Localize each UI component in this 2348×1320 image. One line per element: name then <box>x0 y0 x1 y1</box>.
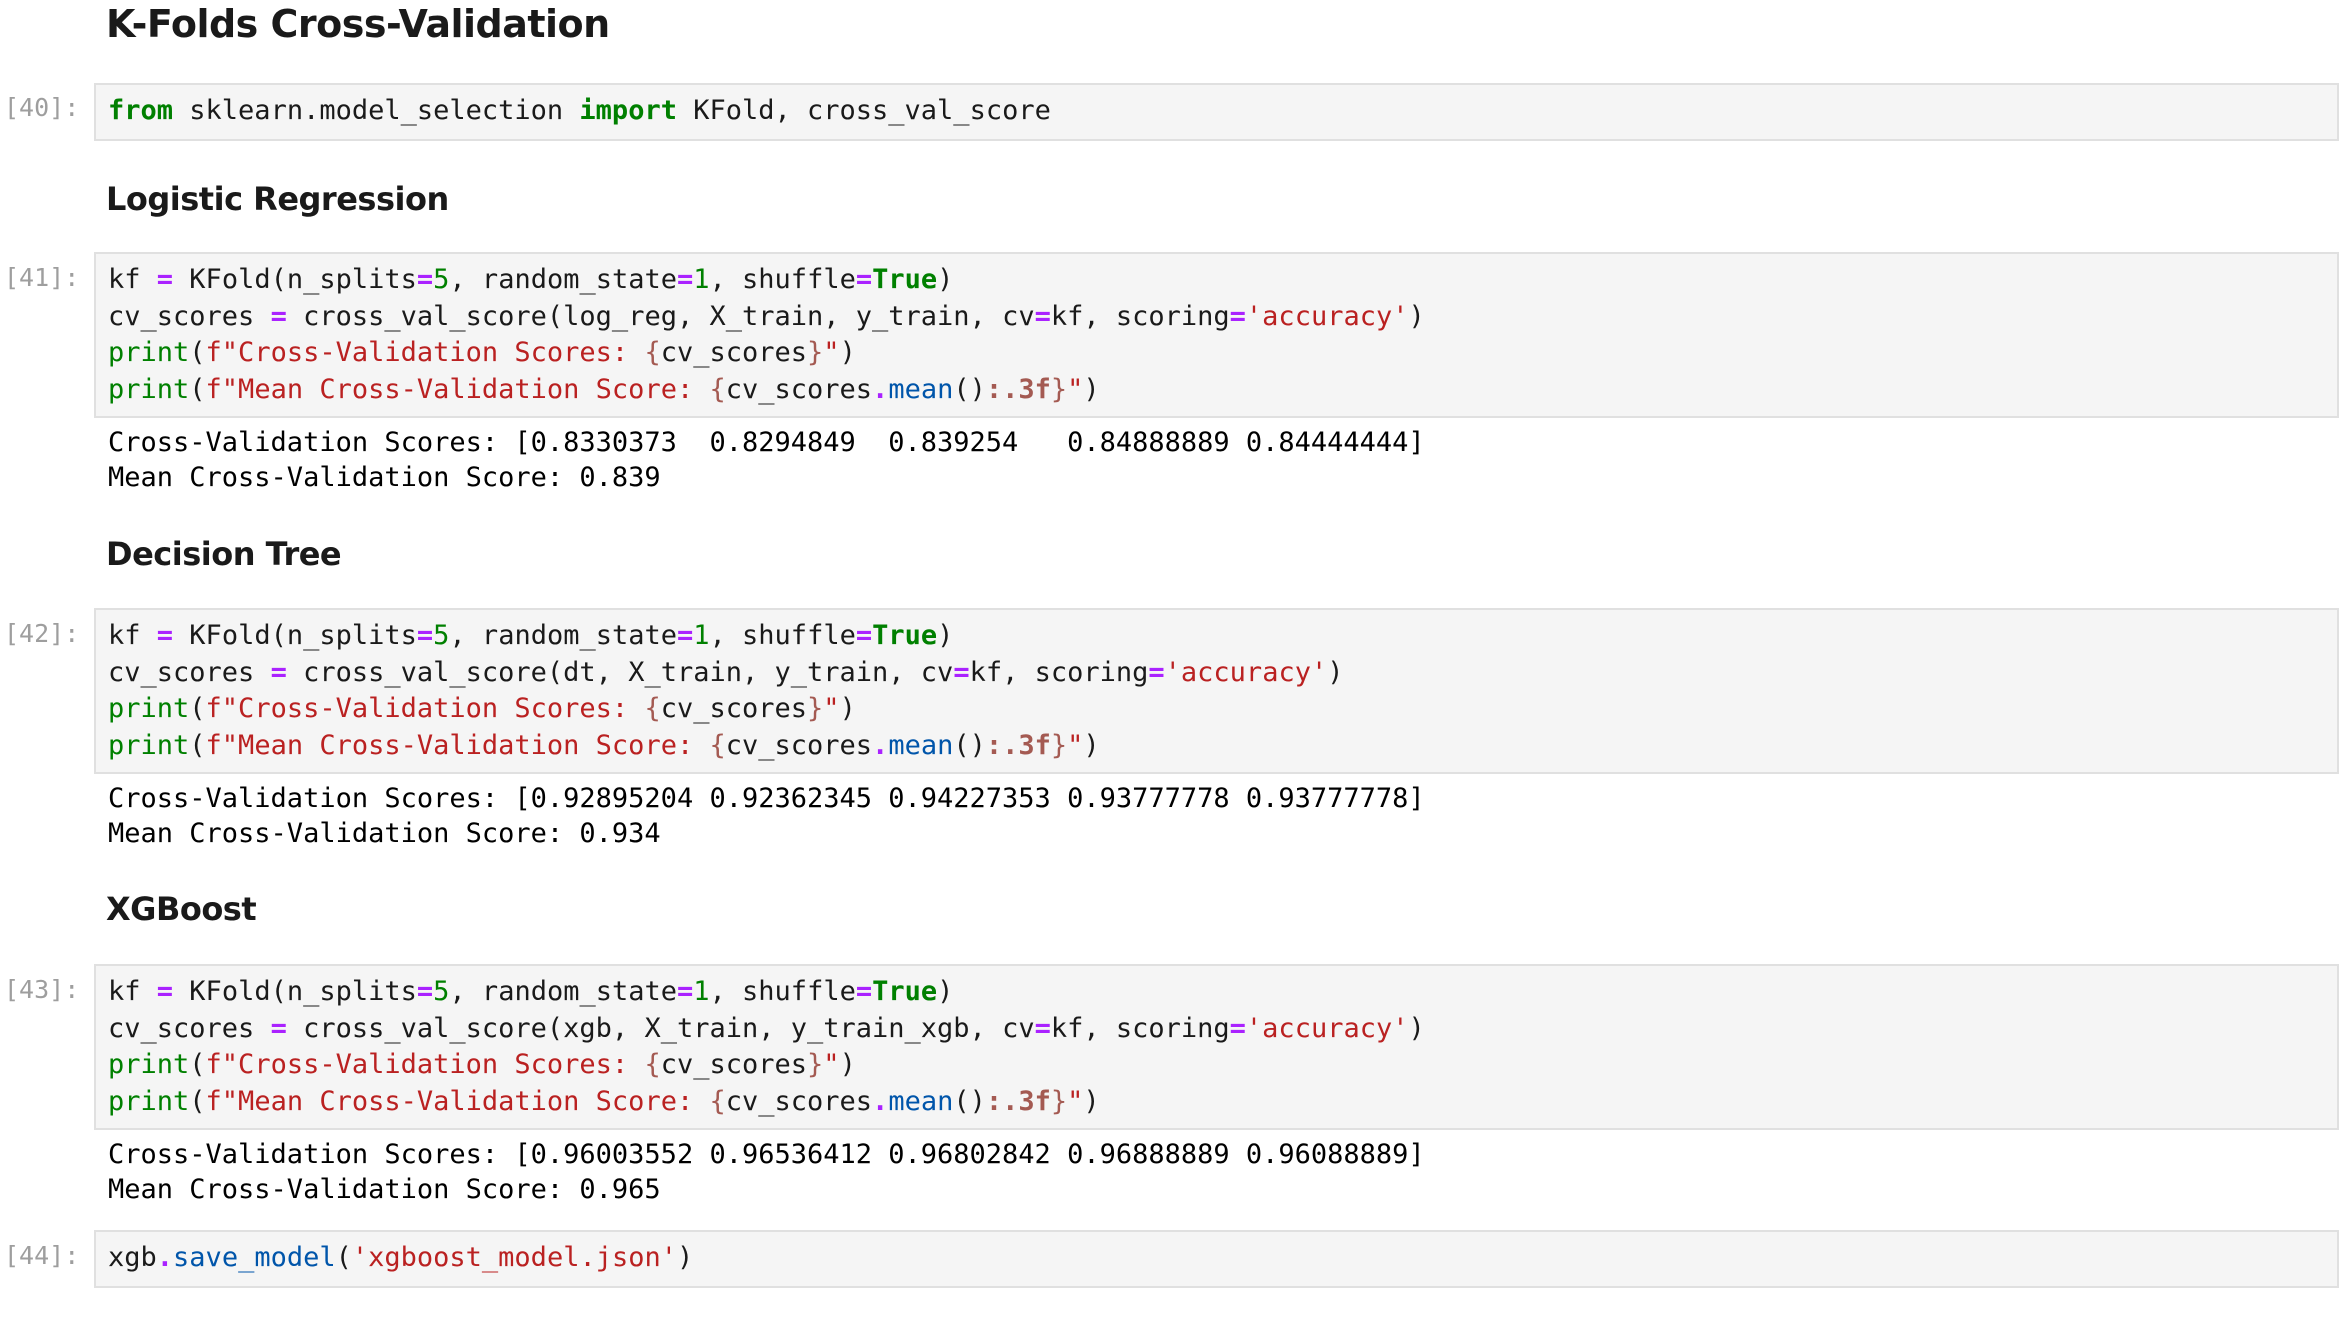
output-line: Mean Cross-Validation Score: 0.965 <box>108 1173 661 1205</box>
cell-prompt: [44]: <box>4 1241 80 1270</box>
cell-prompt: [42]: <box>4 619 80 648</box>
section-heading-xgboost: XGBoost <box>106 890 257 928</box>
cell-prompt: [41]: <box>4 263 80 292</box>
cell-output: Cross-Validation Scores: [0.92895204 0.9… <box>108 782 1425 851</box>
section-heading-logistic-regression: Logistic Regression <box>106 180 449 218</box>
code-block: kf = KFold(n_splits=5, random_state=1, s… <box>108 976 1425 1117</box>
page-title: K-Folds Cross-Validation <box>106 2 610 46</box>
code-line: from sklearn.model_selection import KFol… <box>108 95 1051 126</box>
code-block: kf = KFold(n_splits=5, random_state=1, s… <box>108 620 1344 761</box>
output-line: Cross-Validation Scores: [0.92895204 0.9… <box>108 783 1425 814</box>
code-block: kf = KFold(n_splits=5, random_state=1, s… <box>108 264 1425 405</box>
cell-output: Cross-Validation Scores: [0.8330373 0.82… <box>108 426 1425 495</box>
output-line: Cross-Validation Scores: [0.8330373 0.82… <box>108 427 1425 458</box>
code-line: xgb.save_model('xgboost_model.json') <box>108 1242 694 1273</box>
section-heading-decision-tree: Decision Tree <box>106 535 342 573</box>
output-line: Cross-Validation Scores: [0.96003552 0.9… <box>108 1139 1425 1170</box>
output-line: Mean Cross-Validation Score: 0.839 <box>108 461 661 493</box>
cell-prompt: [40]: <box>4 93 80 122</box>
cell-prompt: [43]: <box>4 975 80 1004</box>
cell-output: Cross-Validation Scores: [0.96003552 0.9… <box>108 1138 1425 1207</box>
output-line: Mean Cross-Validation Score: 0.934 <box>108 817 661 849</box>
